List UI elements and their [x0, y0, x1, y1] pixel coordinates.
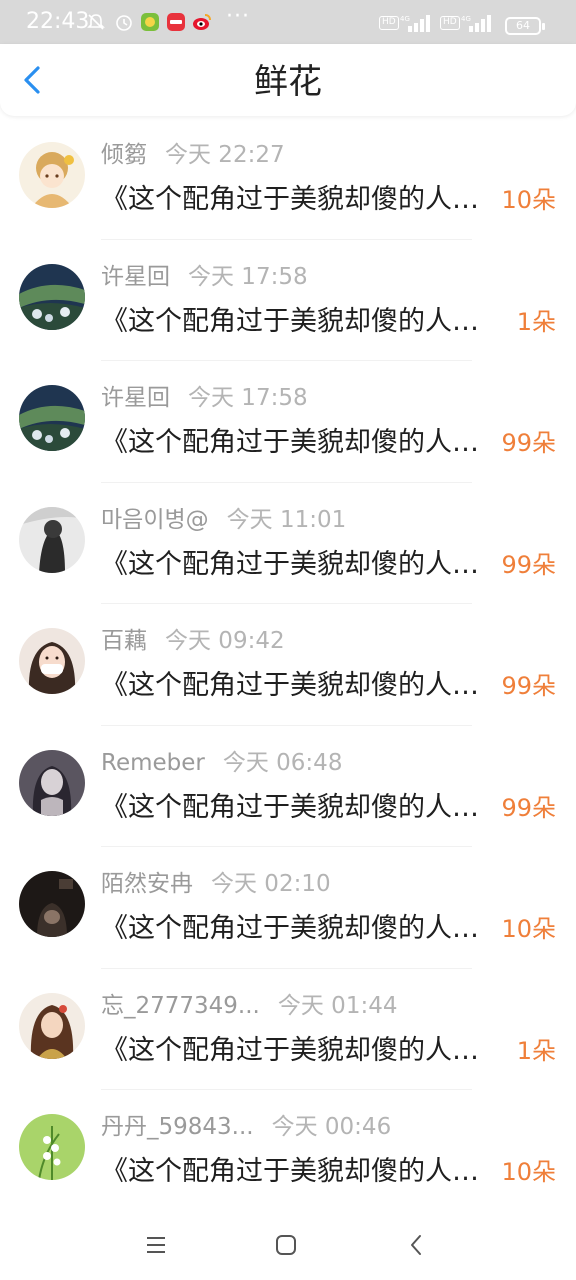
- sender-name: 陌然安冉: [101, 871, 193, 897]
- avatar[interactable]: [19, 871, 85, 937]
- app-icon-green: [141, 13, 159, 31]
- book-title: 《这个配角过于美貌却傻的人设》: [101, 305, 497, 337]
- avatar[interactable]: [19, 992, 85, 1059]
- flower-count: 99朵: [501, 672, 556, 700]
- flower-count: 99朵: [501, 429, 556, 457]
- book-title: 《这个配角过于美貌却傻的人设》: [101, 1156, 497, 1187]
- timestamp: 今天 00:46: [271, 1114, 392, 1140]
- list-item[interactable]: 陌然安冉 今天 02:10 《这个配角过于美貌却傻的人设》 10朵: [0, 847, 576, 969]
- page-title: 鲜花: [254, 62, 322, 102]
- avatar[interactable]: [19, 506, 85, 573]
- status-time: 22:43: [26, 9, 90, 34]
- back-icon[interactable]: [401, 1230, 431, 1260]
- timestamp: 今天 17:58: [188, 263, 308, 290]
- avatar[interactable]: [19, 263, 85, 330]
- sender-name: 许星回: [101, 263, 170, 290]
- flower-list: 倾篘 今天 22:27 《这个配角过于美貌却傻的人设》 10朵 许星回 今天 17:…: [0, 118, 576, 1212]
- svg-text:4G: 4G: [461, 15, 471, 23]
- system-nav-bar: [0, 1212, 576, 1280]
- flower-count: 99朵: [501, 793, 556, 822]
- more-notifications: ···: [226, 4, 250, 29]
- timestamp: 今天 02:10: [211, 871, 331, 897]
- hd-badge-2: HD: [440, 16, 460, 30]
- signal-icon-2: 4G: [461, 15, 491, 32]
- list-item[interactable]: 许星回 今天 17:58 《这个配角过于美貌却傻的人设》 99朵: [0, 361, 576, 483]
- avatar[interactable]: [19, 142, 85, 208]
- sender-name: 许星回: [101, 385, 170, 411]
- book-title: 《这个配角过于美貌却傻的人设》: [101, 184, 497, 215]
- list-item[interactable]: 마음이병@ 今天 11:01 《这个配角过于美貌却傻的人设》 99朵: [0, 483, 576, 604]
- sender-name: 忘_2777349...: [101, 992, 260, 1019]
- flower-count: 1朵: [516, 307, 556, 336]
- timestamp: 今天 06:48: [222, 749, 343, 776]
- avatar[interactable]: [19, 1114, 85, 1180]
- list-item[interactable]: 忘_2777349... 今天 01:44 《这个配角过于美貌却傻的人设》 1朵: [0, 969, 576, 1090]
- mute-icon: [87, 14, 105, 30]
- timestamp: 今天 01:44: [277, 992, 398, 1019]
- flower-count: 99朵: [501, 550, 556, 579]
- avatar[interactable]: [19, 628, 85, 694]
- avatar[interactable]: [19, 749, 85, 816]
- timestamp: 今天 09:42: [165, 628, 285, 654]
- sender-name: 丹丹_59843...: [101, 1114, 254, 1140]
- sender-name: 倾篘: [101, 142, 147, 168]
- svg-text:4G: 4G: [400, 15, 410, 23]
- header: 鲜花: [0, 44, 576, 116]
- flower-count: 1朵: [516, 1036, 556, 1065]
- book-title: 《这个配角过于美貌却傻的人设》: [101, 1034, 497, 1066]
- sender-name: 百藕: [101, 628, 147, 654]
- list-item[interactable]: 倾篘 今天 22:27 《这个配角过于美貌却傻的人设》 10朵: [0, 118, 576, 240]
- list-item[interactable]: 许星回 今天 17:58 《这个配角过于美貌却傻的人设》 1朵: [0, 240, 576, 361]
- timestamp: 今天 22:27: [165, 142, 285, 168]
- sender-name: Remeber: [101, 749, 205, 776]
- list-item[interactable]: 百藕 今天 09:42 《这个配角过于美貌却傻的人设》 99朵: [0, 604, 576, 726]
- book-title: 《这个配角过于美貌却傻的人设》: [101, 670, 497, 701]
- flower-count: 10朵: [501, 915, 556, 943]
- book-title: 《这个配角过于美貌却傻的人设》: [101, 427, 497, 458]
- weibo-icon: [193, 14, 211, 30]
- home-icon[interactable]: [271, 1230, 301, 1260]
- list-item[interactable]: 丹丹_59843... 今天 00:46 《这个配角过于美貌却傻的人设》 10朵: [0, 1090, 576, 1212]
- sender-name: 마음이병@: [101, 506, 209, 533]
- status-bar: 22:43 ··· HD 4G HD 4G 64: [0, 0, 576, 44]
- avatar[interactable]: [19, 385, 85, 451]
- timestamp: 今天 11:01: [226, 506, 347, 533]
- signal-icon-1: 4G: [400, 15, 430, 32]
- battery-indicator: 64: [505, 17, 545, 35]
- menu-icon[interactable]: [141, 1230, 171, 1260]
- book-title: 《这个配角过于美貌却傻的人设》: [101, 791, 497, 823]
- alarm-icon: [116, 15, 132, 31]
- timestamp: 今天 17:58: [188, 385, 308, 411]
- hd-badge-1: HD: [379, 16, 399, 30]
- book-title: 《这个配角过于美貌却傻的人设》: [101, 913, 497, 944]
- list-item[interactable]: Remeber 今天 06:48 《这个配角过于美貌却傻的人设》 99朵: [0, 726, 576, 847]
- book-title: 《这个配角过于美貌却傻的人设》: [101, 548, 497, 580]
- flower-count: 10朵: [501, 1158, 556, 1186]
- flower-count: 10朵: [501, 186, 556, 214]
- app-icon-red: [167, 13, 185, 31]
